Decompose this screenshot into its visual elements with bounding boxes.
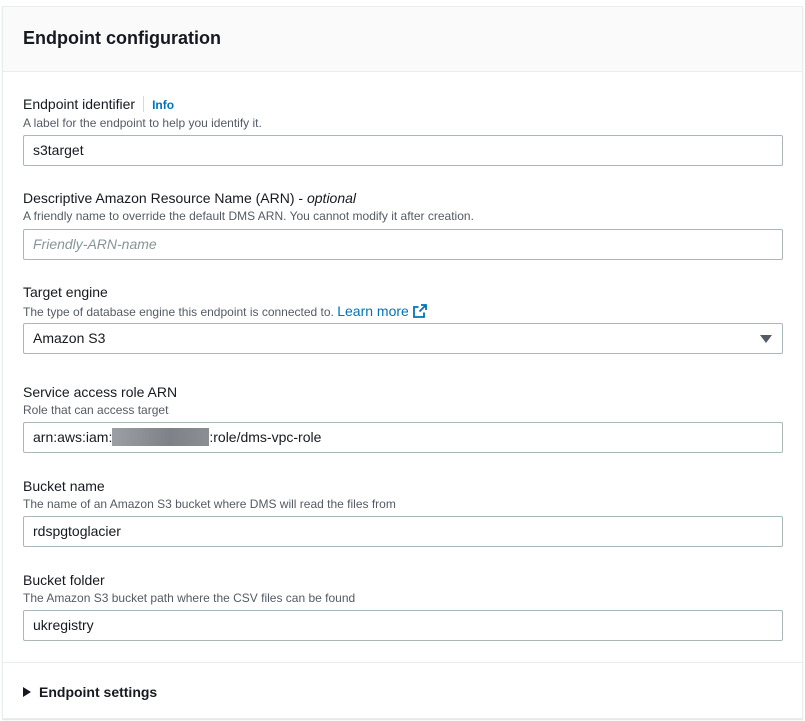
descriptive-arn-label: Descriptive Amazon Resource Name (ARN) - [23, 190, 307, 206]
role-arn-suffix: :role/dms-vpc-role [209, 429, 322, 445]
bucket-folder-input[interactable]: ukregistry [23, 610, 783, 641]
info-link[interactable]: Info [152, 98, 174, 112]
info-separator [143, 96, 145, 112]
bucket-name-description: The name of an Amazon S3 bucket where DM… [23, 497, 396, 511]
endpoint-identifier-description: A label for the endpoint to help you ide… [23, 116, 262, 130]
panel-header: Endpoint configuration [3, 7, 802, 72]
bucket-folder-description: The Amazon S3 bucket path where the CSV … [23, 591, 356, 605]
service-access-role-field: Service access role ARN Role that can ac… [23, 383, 783, 453]
descriptive-arn-input[interactable]: Friendly-ARN-name [23, 229, 783, 260]
panel-title: Endpoint configuration [23, 28, 221, 48]
redacted-account-id [112, 428, 210, 446]
section-divider [3, 662, 802, 663]
endpoint-settings-expander[interactable]: Endpoint settings [23, 684, 157, 700]
bucket-name-field: Bucket name The name of an Amazon S3 buc… [23, 477, 783, 547]
bucket-name-label: Bucket name [23, 478, 105, 494]
bucket-folder-label: Bucket folder [23, 572, 105, 588]
service-access-role-description: Role that can access target [23, 403, 169, 417]
endpoint-identifier-label: Endpoint identifier [23, 96, 136, 112]
external-link-icon[interactable] [412, 304, 427, 318]
bucket-folder-field: Bucket folder The Amazon S3 bucket path … [23, 571, 783, 641]
learn-more-label[interactable]: Learn more [337, 303, 409, 319]
learn-more-link[interactable]: Learn more [337, 303, 427, 319]
target-engine-value: Amazon S3 [33, 330, 106, 346]
descriptive-arn-description: A friendly name to override the default … [23, 209, 474, 223]
endpoint-identifier-field: Endpoint identifier Info A label for the … [23, 95, 783, 166]
descriptive-arn-field: Descriptive Amazon Resource Name (ARN) -… [23, 189, 783, 260]
caret-right-icon [23, 687, 31, 697]
target-engine-select[interactable]: Amazon S3 [23, 323, 783, 354]
bucket-name-input[interactable]: rdspgtoglacier [23, 516, 783, 547]
endpoint-identifier-input[interactable]: s3target [23, 135, 783, 166]
target-engine-label: Target engine [23, 284, 108, 300]
role-arn-prefix: arn:aws:iam: [33, 429, 113, 445]
endpoint-settings-label[interactable]: Endpoint settings [39, 684, 157, 700]
endpoint-configuration-panel: Endpoint configuration Endpoint identifi… [2, 6, 803, 719]
optional-label: optional [306, 190, 357, 206]
caret-down-icon [760, 335, 772, 343]
service-access-role-label: Service access role ARN [23, 384, 178, 400]
target-engine-field: Target engine The type of database engin… [23, 283, 783, 354]
service-access-role-input[interactable]: arn:aws:iam: :role/dms-vpc-role [23, 422, 783, 453]
target-engine-description: The type of database engine this endpoin… [23, 305, 338, 319]
